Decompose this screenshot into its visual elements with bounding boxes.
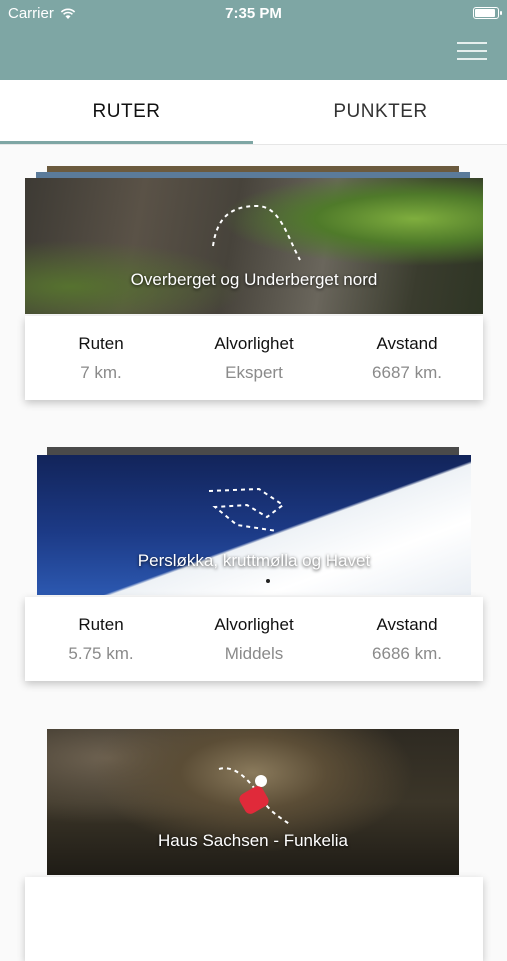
battery-fill bbox=[475, 9, 495, 17]
route-title: Haus Sachsen - Funkelia bbox=[158, 831, 348, 850]
route-photo[interactable]: Persløkka, kruttmølla og Havet bbox=[37, 455, 471, 595]
distance-value: 6686 km. bbox=[372, 644, 442, 663]
severity-value: Ekspert bbox=[225, 363, 283, 382]
route-stats: Ruten 5.75 km. Alvorlighet Middels Avsta… bbox=[25, 597, 483, 681]
battery-icon bbox=[473, 7, 502, 19]
route-photo[interactable]: Overberget og Underberget nord bbox=[25, 178, 483, 314]
severity-label: Alvorlighet bbox=[214, 334, 294, 353]
route-path-overlay bbox=[208, 487, 285, 583]
active-tab-indicator bbox=[0, 141, 253, 144]
tab-punkter[interactable]: PUNKTER bbox=[254, 80, 507, 144]
route-length-label: Ruten bbox=[78, 615, 124, 634]
hamburger-menu-icon[interactable] bbox=[457, 40, 487, 62]
route-title: Overberget og Underberget nord bbox=[130, 270, 378, 289]
route-photo[interactable]: Haus Sachsen - Funkelia bbox=[47, 729, 459, 875]
route-length-value: 5.75 km. bbox=[68, 644, 134, 663]
route-path-overlay bbox=[212, 204, 301, 261]
route-stats bbox=[25, 877, 483, 961]
distance-value: 6687 km. bbox=[372, 363, 442, 382]
route-stats: Ruten 7 km. Alvorlighet Ekspert Avstand … bbox=[25, 316, 483, 400]
route-length-value: 7 km. bbox=[80, 363, 122, 382]
segmented-tabs: RUTER PUNKTER bbox=[0, 80, 507, 145]
status-bar: Carrier 7:35 PM bbox=[0, 0, 507, 28]
severity-label: Alvorlighet bbox=[214, 615, 294, 634]
distance-label: Avstand bbox=[376, 615, 438, 634]
route-path-overlay bbox=[218, 767, 292, 826]
route-title: Persløkka, kruttmølla og Havet bbox=[137, 551, 371, 570]
tab-ruter[interactable]: RUTER bbox=[0, 80, 253, 144]
distance-label: Avstand bbox=[376, 334, 438, 353]
card-stack-back bbox=[47, 447, 459, 455]
clock: 7:35 PM bbox=[225, 5, 282, 22]
route-length-label: Ruten bbox=[78, 334, 124, 353]
nav-bar: Carrier 7:35 PM bbox=[0, 0, 507, 80]
severity-value: Middels bbox=[224, 644, 284, 663]
